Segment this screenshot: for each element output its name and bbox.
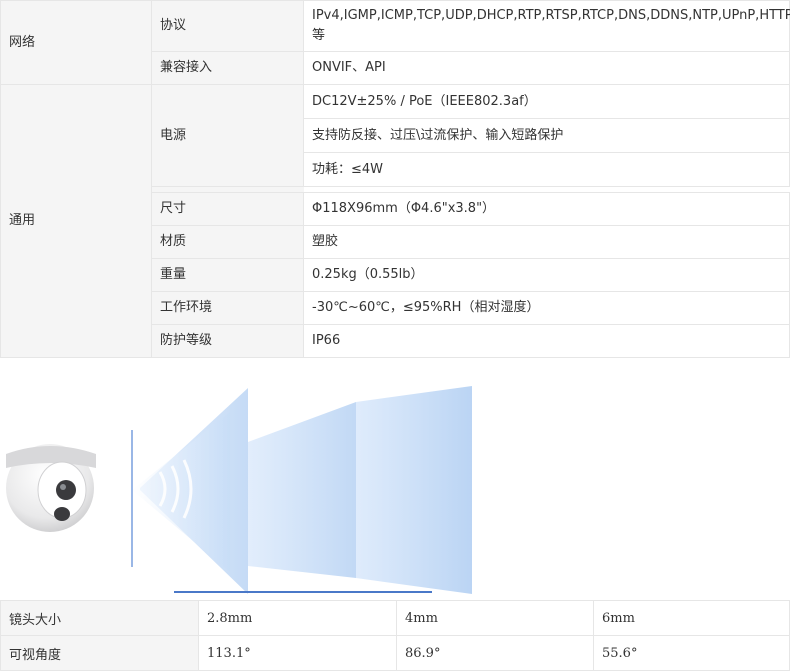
spec-key: 协议 — [151, 0, 304, 52]
fov-panel-far — [356, 386, 472, 594]
spec-value: IPv4,IGMP,ICMP,TCP,UDP,DHCP,RTP,RTSP,RTC… — [303, 0, 790, 52]
spec-key: 工作环境 — [151, 291, 304, 325]
spec-key: 防护等级 — [151, 324, 304, 358]
spec-key: 尺寸 — [151, 192, 304, 226]
spec-value: 支持防反接、过压\过流保护、输入短路保护 — [303, 118, 790, 153]
spec-value: 0.25kg（0.55lb） — [303, 258, 790, 292]
table-row: 可视角度 113.1° 86.9° 55.6° — [0, 635, 790, 671]
view-angle-value: 86.9° — [396, 635, 594, 671]
table-row: 网络 协议 IPv4,IGMP,ICMP,TCP,UDP,DHCP,RTP,RT… — [0, 0, 790, 85]
spec-value: ONVIF、API — [303, 51, 790, 85]
spec-value: Φ118X96mm（Φ4.6"x3.8"） — [303, 192, 790, 226]
lens-size-label: 镜头大小 — [0, 600, 199, 636]
dome-camera-icon — [6, 444, 96, 532]
view-angle-label: 可视角度 — [0, 635, 199, 671]
spec-table: 网络 协议 IPv4,IGMP,ICMP,TCP,UDP,DHCP,RTP,RT… — [0, 0, 790, 358]
category-general: 通用 — [0, 84, 152, 358]
spec-value: -30℃~60℃，≤95%RH（相对湿度） — [303, 291, 790, 325]
field-of-view-illustration — [6, 386, 472, 594]
spec-value: IP66 — [303, 324, 790, 358]
spec-value: 功耗：≤4W — [303, 152, 790, 187]
fov-cone — [132, 412, 230, 572]
lens-size-value: 2.8mm — [198, 600, 397, 636]
view-angle-value: 55.6° — [593, 635, 790, 671]
spec-key: 重量 — [151, 258, 304, 292]
spec-key: 材质 — [151, 225, 304, 259]
category-network: 网络 — [0, 0, 152, 85]
lens-size-value: 4mm — [396, 600, 594, 636]
table-row: 镜头大小 2.8mm 4mm 6mm — [0, 600, 790, 636]
table-row: 通用 电源 DC12V±25% / PoE（IEEE802.3af） — [0, 84, 790, 358]
spec-key: 兼容接入 — [151, 51, 304, 85]
spec-key-power: 电源 — [151, 84, 304, 187]
spec-value: 塑胶 — [303, 225, 790, 259]
fov-panel-middle — [248, 402, 356, 578]
spec-value: DC12V±25% / PoE（IEEE802.3af） — [303, 84, 790, 119]
view-angle-value: 113.1° — [198, 635, 397, 671]
lens-table: 镜头大小 2.8mm 4mm 6mm 可视角度 113.1° 86.9° 55.… — [0, 600, 790, 671]
lens-size-value: 6mm — [593, 600, 790, 636]
